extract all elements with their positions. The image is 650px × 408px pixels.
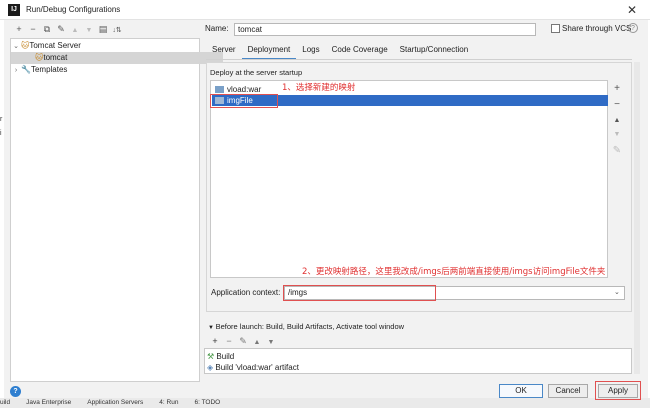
- wrench-icon: 🔧: [21, 65, 31, 74]
- build-icon: ⚒: [207, 352, 217, 361]
- move-down-icon[interactable]: ▼: [264, 339, 278, 346]
- tree-item-label: Templates: [30, 65, 68, 74]
- before-launch-list: ⚒ Build ◈ Build 'vload:war' artifact: [204, 348, 632, 374]
- sort-icon[interactable]: ↓⇅: [110, 26, 124, 34]
- config-tree: ⌄ 🐱Tomcat Server 🐱tomcat › 🔧Templates: [10, 38, 223, 382]
- move-up-icon[interactable]: ▲: [68, 27, 82, 34]
- share-vcs-label: Share through VCS: [562, 24, 632, 33]
- tree-item-tomcat[interactable]: 🐱tomcat: [11, 52, 223, 64]
- tree-item-tomcat-server[interactable]: ⌄ 🐱Tomcat Server: [11, 40, 81, 52]
- background-fragment: r: [0, 116, 3, 123]
- deploy-side-toolbar: + − ▲ ▼ ✎: [611, 82, 623, 162]
- statusbar-item[interactable]: 4: Run: [159, 399, 178, 406]
- move-up-icon[interactable]: ▲: [611, 114, 623, 128]
- help-icon[interactable]: ?: [10, 386, 21, 397]
- ok-button[interactable]: OK: [499, 384, 543, 398]
- annotation-step-2: 2、更改映射路径，这里我改成/imgs后两前端直接使用/imgs访问imgFil…: [302, 267, 606, 277]
- move-down-icon[interactable]: ▼: [82, 27, 96, 34]
- statusbar-item[interactable]: Application Servers: [87, 399, 143, 406]
- artifact-icon: [215, 86, 224, 94]
- app-context-label: Application context:: [211, 288, 281, 297]
- remove-icon[interactable]: −: [222, 336, 236, 346]
- cancel-button[interactable]: Cancel: [548, 384, 588, 398]
- list-item[interactable]: ◈ Build 'vload:war' artifact: [207, 362, 299, 373]
- wrench-icon[interactable]: ✎: [54, 24, 68, 35]
- list-item-label: Build 'vload:war' artifact: [215, 363, 299, 372]
- close-icon[interactable]: ✕: [624, 2, 640, 18]
- deploy-section-label: Deploy at the server startup: [210, 68, 303, 77]
- list-item-label: Build: [216, 352, 235, 361]
- tree-item-label: tomcat: [43, 53, 68, 62]
- config-toolbar: + − ⧉ ✎ ▲ ▼ ▤ ↓⇅: [12, 24, 202, 38]
- add-icon[interactable]: +: [611, 82, 623, 96]
- annotation-highlight-box: [595, 381, 641, 400]
- name-label: Name:: [205, 24, 229, 33]
- before-launch-label: Before launch: Build, Build Artifacts, A…: [215, 322, 405, 331]
- list-item[interactable]: ⚒ Build: [207, 351, 234, 362]
- help-icon[interactable]: ?: [628, 23, 638, 33]
- chevron-down-icon[interactable]: ⌄: [614, 288, 620, 296]
- name-field[interactable]: tomcat: [234, 23, 536, 36]
- tab-code-coverage[interactable]: Code Coverage: [326, 42, 394, 58]
- move-up-icon[interactable]: ▲: [250, 339, 264, 346]
- statusbar-item[interactable]: Java Enterprise: [26, 399, 71, 406]
- annotation-highlight-box: [210, 94, 278, 108]
- tab-startup-connection[interactable]: Startup/Connection: [394, 42, 475, 58]
- chevron-right-icon[interactable]: ›: [11, 65, 21, 77]
- panel-scrollbar[interactable]: [634, 62, 640, 374]
- move-down-icon[interactable]: ▼: [611, 128, 623, 142]
- config-tabs: Server Deployment Logs Code Coverage Startup…: [206, 42, 475, 60]
- chevron-down-icon: ▼: [208, 325, 216, 331]
- edit-icon[interactable]: ✎: [236, 336, 250, 347]
- add-icon[interactable]: +: [208, 336, 222, 346]
- statusbar-item[interactable]: uild: [0, 399, 10, 406]
- app-icon: IJ: [8, 4, 20, 16]
- folder-icon[interactable]: ▤: [96, 24, 110, 35]
- ide-statusbar: uild Java Enterprise Application Servers 4:…: [0, 398, 650, 408]
- statusbar-item[interactable]: 6: TODO: [194, 399, 220, 406]
- tab-deployment[interactable]: Deployment: [241, 42, 297, 60]
- remove-icon[interactable]: −: [26, 24, 40, 34]
- background-fragment: i: [0, 130, 2, 137]
- list-item-label: vload:war: [227, 85, 262, 94]
- tab-logs[interactable]: Logs: [296, 42, 325, 58]
- share-vcs-checkbox[interactable]: [551, 24, 560, 33]
- annotation-step-1: 1、选择新建的映射: [282, 83, 356, 93]
- before-launch-toolbar: + − ✎ ▲ ▼: [208, 336, 278, 347]
- window-title: Run/Debug Configurations: [26, 5, 121, 14]
- add-icon[interactable]: +: [12, 24, 26, 34]
- deploy-list: vload:war imgFile: [210, 80, 608, 278]
- tree-item-label: Tomcat Server: [29, 41, 81, 50]
- copy-icon[interactable]: ⧉: [40, 24, 54, 35]
- edit-icon[interactable]: ✎: [611, 144, 623, 158]
- tree-item-templates[interactable]: › 🔧Templates: [11, 64, 68, 77]
- tab-server[interactable]: Server: [206, 42, 242, 58]
- remove-icon[interactable]: −: [611, 98, 623, 112]
- tab-divider: [206, 59, 632, 60]
- annotation-highlight-box: [283, 285, 436, 301]
- before-launch-header[interactable]: ▼ Before launch: Build, Build Artifacts,…: [208, 322, 404, 331]
